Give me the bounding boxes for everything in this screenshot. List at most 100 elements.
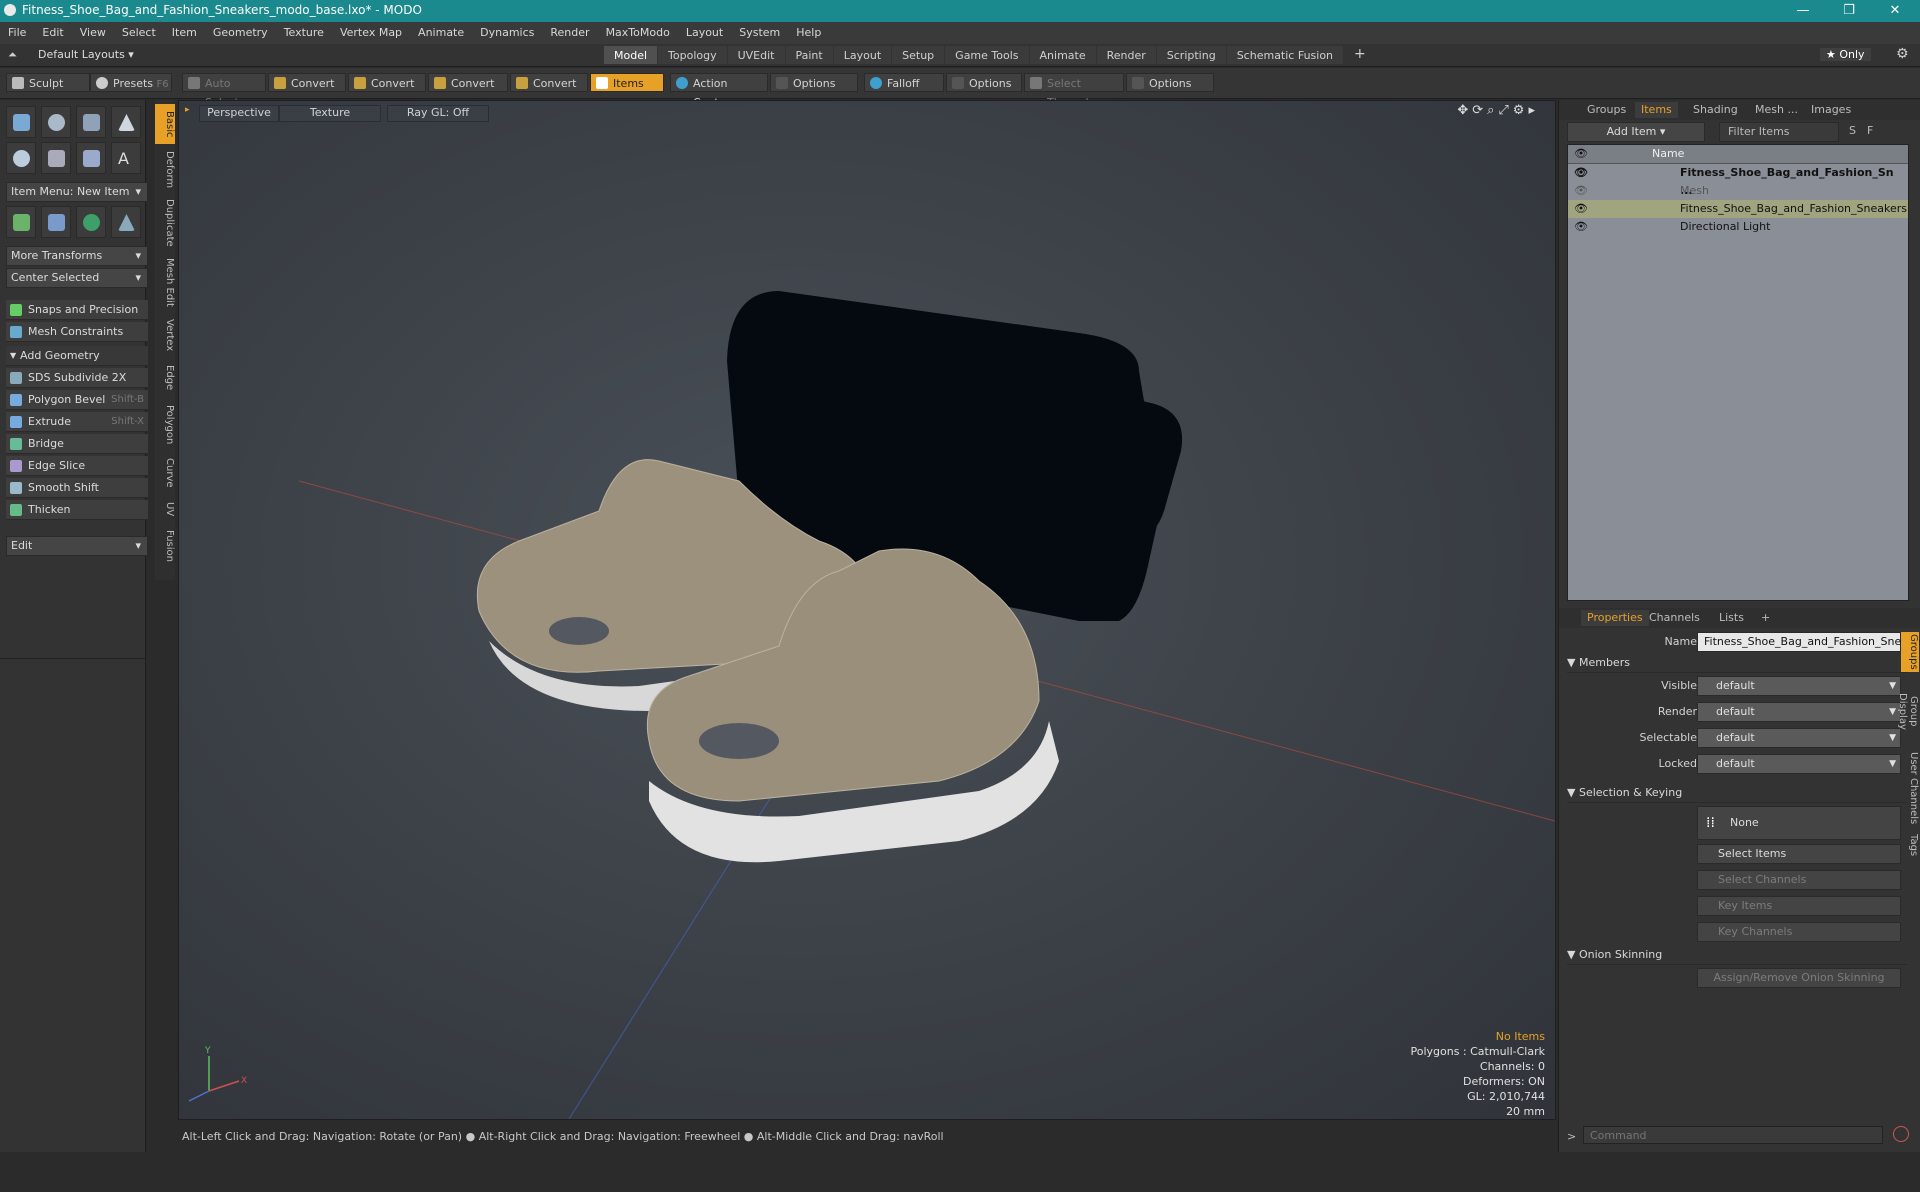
menu-render[interactable]: Render [542,22,597,39]
menu-vertex-map[interactable]: Vertex Map [332,22,410,39]
vtab-polygon[interactable]: Polygon [155,400,175,450]
default-layouts-dropdown[interactable]: Default Layouts ▾ [38,48,134,61]
vtab-basic[interactable]: Basic [155,104,175,144]
vtab-uv[interactable]: UV [155,496,175,522]
polygon-bevel-button[interactable]: Polygon Bevel Shift-B [6,390,148,410]
falloff-button[interactable]: Falloff [864,73,944,92]
menu-dynamics[interactable]: Dynamics [472,22,542,39]
menu-texture[interactable]: Texture [276,22,332,39]
smooth-shift-button[interactable]: Smooth Shift [6,478,148,498]
tab-schematic-fusion[interactable]: Schematic Fusion [1226,46,1344,64]
bridge-button[interactable]: Bridge [6,434,148,454]
tab-groups[interactable]: Groups [1587,102,1626,118]
members-section[interactable]: ▼ Members [1567,654,1907,673]
transform-tool-button[interactable] [6,206,36,238]
tab-layout[interactable]: Layout [833,46,892,64]
mesh-constraints-button[interactable]: Mesh Constraints [6,322,148,342]
gear-icon[interactable]: ⚙ [1896,46,1909,62]
key-channels-button[interactable]: Key Channels [1697,922,1901,942]
menu-maxtomodo[interactable]: MaxToModo [598,22,678,39]
menu-edit[interactable]: Edit [34,22,71,39]
vtab-fusion[interactable]: Fusion [155,526,175,566]
menu-help[interactable]: Help [788,22,829,39]
tab-scripting[interactable]: Scripting [1156,46,1226,64]
item-menu-dropdown[interactable]: Item Menu: New Item ▾ [6,182,148,202]
none-button[interactable]: ⁞⁞ None [1697,806,1901,840]
visible-dropdown[interactable]: default ▼ [1697,676,1901,696]
add-tab-button[interactable]: + [1761,610,1770,626]
tab-model[interactable]: Model [604,46,658,64]
grid-tool-button[interactable] [41,206,71,238]
3d-viewport[interactable]: ▸ Perspective Texture Ray GL: Off ✥⟳⌕⤢⚙▸… [178,100,1556,1120]
vtab-duplicate[interactable]: Duplicate [155,196,175,250]
tab-lists[interactable]: Lists [1719,610,1744,626]
restore-button[interactable]: ❐ [1826,0,1872,22]
menu-file[interactable]: File [0,22,34,39]
minimize-button[interactable]: — [1780,0,1826,22]
menu-select[interactable]: Select [114,22,164,39]
falloff-options-button[interactable]: Options [946,73,1022,92]
eye-icon[interactable]: 👁 [1574,182,1588,200]
eye-icon[interactable]: 👁 [1574,164,1588,182]
tree-row-scene[interactable]: 👁 Fitness_Shoe_Bag_and_Fashion_Sn ... [1568,164,1908,197]
vtab-curve[interactable]: Curve [155,454,175,492]
add-tab-button[interactable]: + [1344,46,1376,62]
layout-pin-icon[interactable]: ⏶ [8,48,17,62]
vtab-edge[interactable]: Edge [155,360,175,396]
pen-tool-button[interactable] [76,142,106,174]
cube-tool-button[interactable] [6,106,36,138]
tree-row-sneakers[interactable]: 👁 Fitness_Shoe_Bag_and_Fashion_Sneakers [1568,200,1908,218]
locked-dropdown[interactable]: default ▼ [1697,754,1901,774]
add-geometry-section[interactable]: ▼ Add Geometry [6,346,148,366]
text-tool-button[interactable]: A [111,142,141,174]
action-center-button[interactable]: Action Center [670,73,768,109]
rotate-tool-button[interactable] [76,206,106,238]
tube-tool-button[interactable] [41,142,71,174]
snaps-precision-button[interactable]: Snaps and Precision [6,300,148,320]
menu-animate[interactable]: Animate [410,22,472,39]
tab-mesh[interactable]: Mesh ... [1755,102,1798,118]
convert-materials-button[interactable]: Convert [510,73,588,92]
cylinder-tool-button[interactable] [76,106,106,138]
select-items-button[interactable]: Select Items [1697,844,1901,864]
tab-paint[interactable]: Paint [785,46,833,64]
menu-layout[interactable]: Layout [678,22,731,39]
tab-animate[interactable]: Animate [1029,46,1096,64]
name-input[interactable]: Fitness_Shoe_Bag_and_Fashion_Sneake [1697,632,1920,652]
tab-images[interactable]: Images [1811,102,1851,118]
menu-system[interactable]: System [731,22,788,39]
side-tab-tags[interactable]: Tags [1901,830,1919,860]
vtab-deform[interactable]: Deform [155,148,175,192]
eye-icon[interactable]: 👁 [1574,218,1588,236]
more-transforms-dropdown[interactable]: More Transforms ▾ [6,246,148,266]
command-input[interactable] [1583,1126,1883,1144]
convert-edges-button[interactable]: Convert [348,73,426,92]
eye-icon[interactable]: 👁 [1574,200,1588,218]
selectable-dropdown[interactable]: default ▼ [1697,728,1901,748]
torus-tool-button[interactable] [6,142,36,174]
sculpt-button[interactable]: Sculpt [6,73,90,92]
scale-tool-button[interactable] [111,206,141,238]
close-button[interactable]: ✕ [1872,0,1918,22]
select-through-button[interactable]: Select Through [1024,73,1124,109]
only-toggle[interactable]: ★ Only [1820,48,1871,61]
record-icon[interactable] [1893,1126,1909,1142]
select-channels-button[interactable]: Select Channels [1697,870,1901,890]
center-selected-dropdown[interactable]: Center Selected ▾ [6,268,148,288]
thicken-button[interactable]: Thicken [6,500,148,520]
tab-game-tools[interactable]: Game Tools [945,46,1029,64]
tab-items[interactable]: Items [1635,102,1678,118]
key-items-button[interactable]: Key Items [1697,896,1901,916]
menu-item[interactable]: Item [164,22,205,39]
action-center-options-button[interactable]: Options [770,73,858,92]
tree-row-light[interactable]: 👁 Directional Light [1568,218,1908,236]
cone-tool-button[interactable] [111,106,141,138]
items-mode-button[interactable]: Items [590,73,664,92]
auto-select-button[interactable]: Auto Select [182,73,266,109]
s-button[interactable]: S [1849,124,1856,137]
side-tab-user-channels[interactable]: User Channels [1901,750,1919,826]
f-button[interactable]: F [1867,124,1873,137]
tab-channels[interactable]: Channels [1649,610,1700,626]
selection-keying-section[interactable]: ▼ Selection & Keying [1567,784,1907,803]
side-tab-groups[interactable]: Groups [1901,632,1919,672]
